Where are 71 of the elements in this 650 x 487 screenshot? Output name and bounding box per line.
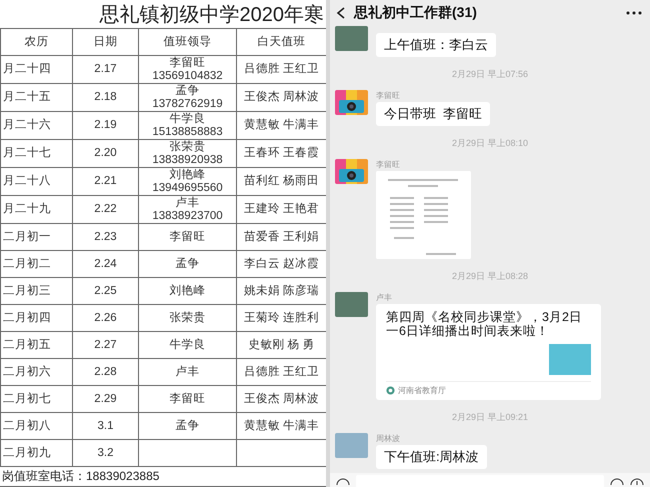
table-cell: 孟争 — [138, 412, 236, 440]
table-cell: 月二十四 — [0, 56, 72, 84]
chat-title: 思礼初中工作群(31) — [354, 4, 478, 22]
table-cell: 李留旺 — [138, 386, 236, 412]
table-cell: 月二十八 — [0, 168, 72, 196]
table-cell: 2.25 — [72, 278, 138, 304]
camera-avatar-icon[interactable] — [335, 159, 368, 184]
table-cell: 月二十七 — [0, 140, 72, 168]
message-bubble[interactable]: 上午值班：李白云 — [376, 33, 496, 57]
table-cell: 牛学良 — [138, 332, 236, 358]
column-header: 日期 — [72, 28, 138, 56]
camera-avatar-icon[interactable] — [335, 90, 368, 115]
table-cell: 3.2 — [72, 440, 138, 466]
table-cell: 张荣贵 — [138, 304, 236, 332]
table-cell: 3.1 — [72, 412, 138, 440]
table-cell: 李留旺 — [138, 224, 236, 250]
table-cell: 卢丰 13838923700 — [138, 196, 236, 224]
table-cell: 2.22 — [72, 196, 138, 224]
column-header: 值班领导 — [138, 28, 236, 56]
sender-name: 李留旺 — [376, 90, 400, 101]
table-cell: 二月初八 — [0, 412, 72, 440]
message-bubble[interactable]: 下午值班:周林波 — [376, 445, 487, 469]
table-cell: 月二十六 — [0, 112, 72, 140]
table-cell: 牛学良 15138858883 — [138, 112, 236, 140]
link-card[interactable]: 第四周《名校同步课堂》，3月2日一6日详细播出时间表来啦！ 河南省教育厅 — [376, 304, 601, 400]
table-cell: 二月初五 — [0, 332, 72, 358]
table-cell: 二月初三 — [0, 278, 72, 304]
table-cell: 月二十九 — [0, 196, 72, 224]
table-cell: 2.27 — [72, 332, 138, 358]
table-cell: 2.28 — [72, 358, 138, 386]
sender-name: 卢丰 — [376, 292, 392, 303]
table-cell: 月二十五 — [0, 84, 72, 112]
table-cell: 二月初四 — [0, 304, 72, 332]
more-icon[interactable] — [626, 11, 642, 15]
table-cell: 2.20 — [72, 140, 138, 168]
table-cell: 二月初一 — [0, 224, 72, 250]
table-cell: 2.18 — [72, 84, 138, 112]
sheet-title: 思礼镇初级中学2020年寒 — [100, 2, 324, 28]
table-cell: 李留旺 13569104832 — [138, 56, 236, 84]
table-cell: 2.26 — [72, 304, 138, 332]
table-cell: 二月初九 — [0, 440, 72, 466]
sender-name: 李留旺 — [376, 159, 400, 170]
footer-text: 岗值班室电话：18839023885 — [2, 469, 160, 483]
message-timestamp: 2月29日 早上08:28 — [452, 270, 528, 283]
column-header: 白天值班 — [236, 28, 326, 56]
link-source: 河南省教育厅 — [398, 385, 446, 396]
table-cell: 刘艳峰 — [138, 278, 236, 304]
message-timestamp: 2月29日 早上09:21 — [452, 411, 528, 424]
table-cell: 二月初二 — [0, 250, 72, 278]
table-cell: 二月初六 — [0, 358, 72, 386]
table-cell: 孟争 — [138, 250, 236, 278]
table-cell: 2.17 — [72, 56, 138, 84]
back-icon[interactable] — [336, 7, 346, 19]
table-cell: 2.19 — [72, 112, 138, 140]
table-cell: 2.21 — [72, 168, 138, 196]
sender-name: 周林波 — [376, 433, 400, 444]
table-cell: 二月初七 — [0, 386, 72, 412]
thumbnail-photo-placeholder — [549, 344, 591, 375]
message-timestamp: 2月29日 早上08:10 — [452, 137, 528, 150]
message-bubble[interactable]: 今日带班 李留旺 — [376, 102, 490, 126]
column-header: 农历 — [0, 28, 72, 56]
table-cell: 2.29 — [72, 386, 138, 412]
table-cell: 卢丰 — [138, 358, 236, 386]
link-title: 第四周《名校同步课堂》，3月2日一6日详细播出时间表来啦！ — [386, 310, 583, 338]
table-cell: 孟争 13782762919 — [138, 84, 236, 112]
table-cell: 2.24 — [72, 250, 138, 278]
table-cell: 刘艳峰 13949695560 — [138, 168, 236, 196]
source-icon — [386, 386, 395, 395]
table-cell: 张荣贵 13838920938 — [138, 140, 236, 168]
message-timestamp: 2月29日 早上07:56 — [452, 68, 528, 81]
table-cell: 2.23 — [72, 224, 138, 250]
